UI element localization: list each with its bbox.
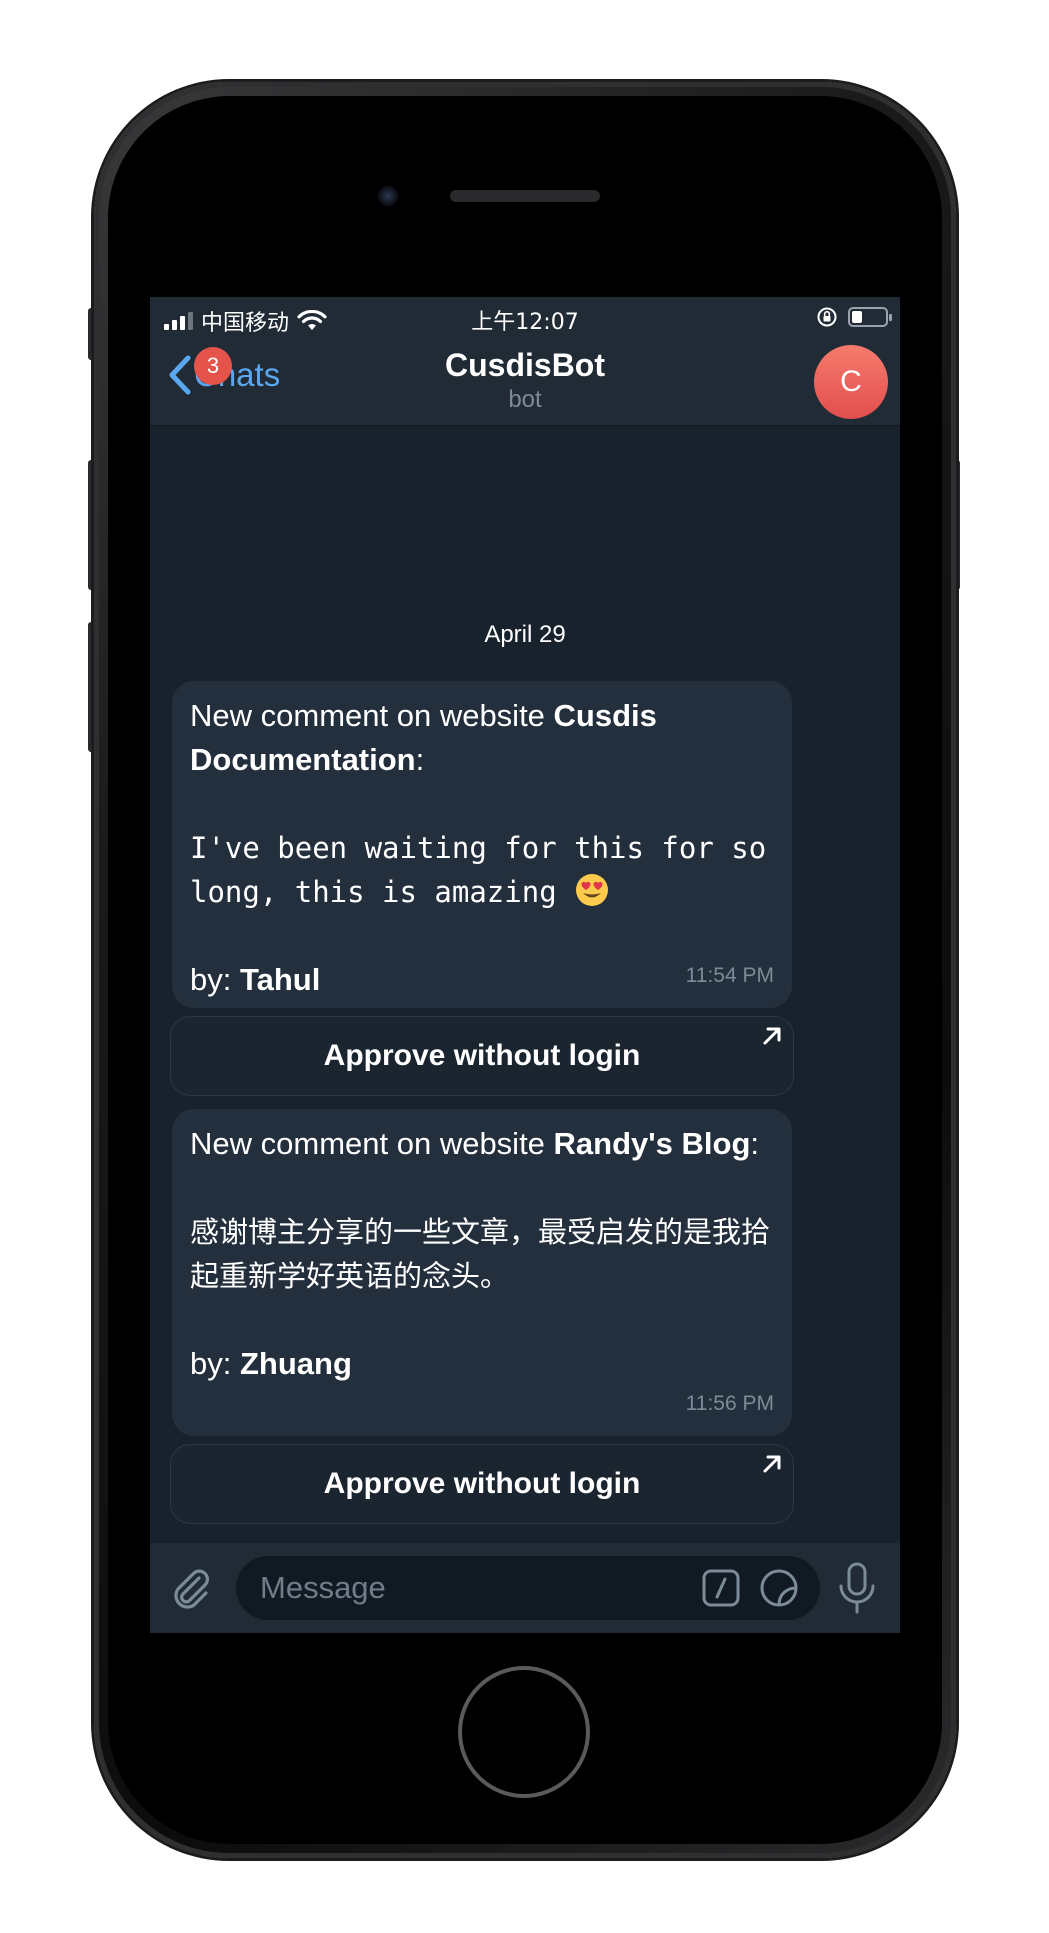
message-time: 11:56 PM xyxy=(685,1392,774,1415)
earpiece-speaker xyxy=(450,190,600,202)
comment-text: 感谢博主分享的一些文章，最受启发的是我拾起重新学好英语的念头。 xyxy=(190,1210,774,1298)
status-time: 上午12:07 xyxy=(471,310,579,335)
home-button[interactable] xyxy=(458,1666,590,1798)
external-link-icon xyxy=(763,1027,781,1045)
comment-author: Zhuang xyxy=(239,1346,352,1381)
chat-subtitle: bot xyxy=(508,386,542,413)
battery-icon xyxy=(848,307,892,327)
comment-author-line: by: Zhuang xyxy=(190,1342,774,1386)
comment-text: I've been waiting for this for so long, … xyxy=(190,826,774,914)
sticker-icon[interactable] xyxy=(759,1568,799,1608)
approve-without-login-button[interactable]: Approve without login xyxy=(170,1016,794,1096)
front-camera xyxy=(378,186,398,206)
by-label: by: xyxy=(190,1346,240,1381)
phone-screen: 中国移动 上午12:07 Chats 3 CusdisBot bot C Apr… xyxy=(150,297,900,1633)
bot-avatar[interactable]: C xyxy=(814,345,888,419)
approve-button-label: Approve without login xyxy=(323,1039,641,1072)
message-colon: : xyxy=(750,1126,760,1161)
approve-button-label: Approve without login xyxy=(323,1467,641,1500)
message-bubble: New comment on website Randy's Blog: 感谢博… xyxy=(172,1109,792,1436)
comment-body: I've been waiting for this for so long, … xyxy=(190,831,767,909)
message-header: New comment on website Cusdis Documentat… xyxy=(190,694,774,782)
approve-without-login-button[interactable]: Approve without login xyxy=(170,1444,794,1524)
message-intro: New comment on website xyxy=(190,698,554,733)
website-name: Randy's Blog xyxy=(553,1126,751,1161)
status-bar: 中国移动 上午12:07 xyxy=(150,297,900,339)
comment-body: 感谢博主分享的一些文章，最受启发的是我拾起重新学好英语的念头。 xyxy=(190,1215,771,1293)
message-composer xyxy=(150,1543,900,1633)
by-label: by: xyxy=(190,962,240,997)
status-right xyxy=(816,306,892,328)
chat-title[interactable]: CusdisBot bot xyxy=(150,347,900,414)
device-mockup: 中国移动 上午12:07 Chats 3 CusdisBot bot C Apr… xyxy=(0,0,1049,1933)
heart-eyes-emoji-icon xyxy=(576,874,609,906)
chat-name: CusdisBot xyxy=(445,347,605,383)
message-colon: : xyxy=(415,742,425,777)
paperclip-icon[interactable] xyxy=(168,1565,214,1611)
message-bubble: New comment on website Cusdis Documentat… xyxy=(172,681,792,1008)
message-time: 11:54 PM xyxy=(685,964,774,987)
orientation-lock-icon xyxy=(817,307,837,327)
message-header: New comment on website Randy's Blog: xyxy=(190,1122,774,1166)
external-link-icon xyxy=(763,1455,781,1473)
bot-commands-icon[interactable] xyxy=(702,1569,740,1607)
microphone-icon[interactable] xyxy=(836,1561,878,1615)
comment-author: Tahul xyxy=(239,962,321,997)
message-intro: New comment on website xyxy=(190,1126,554,1161)
chat-header: Chats 3 CusdisBot bot C xyxy=(150,339,900,426)
date-separator: April 29 xyxy=(484,621,566,648)
